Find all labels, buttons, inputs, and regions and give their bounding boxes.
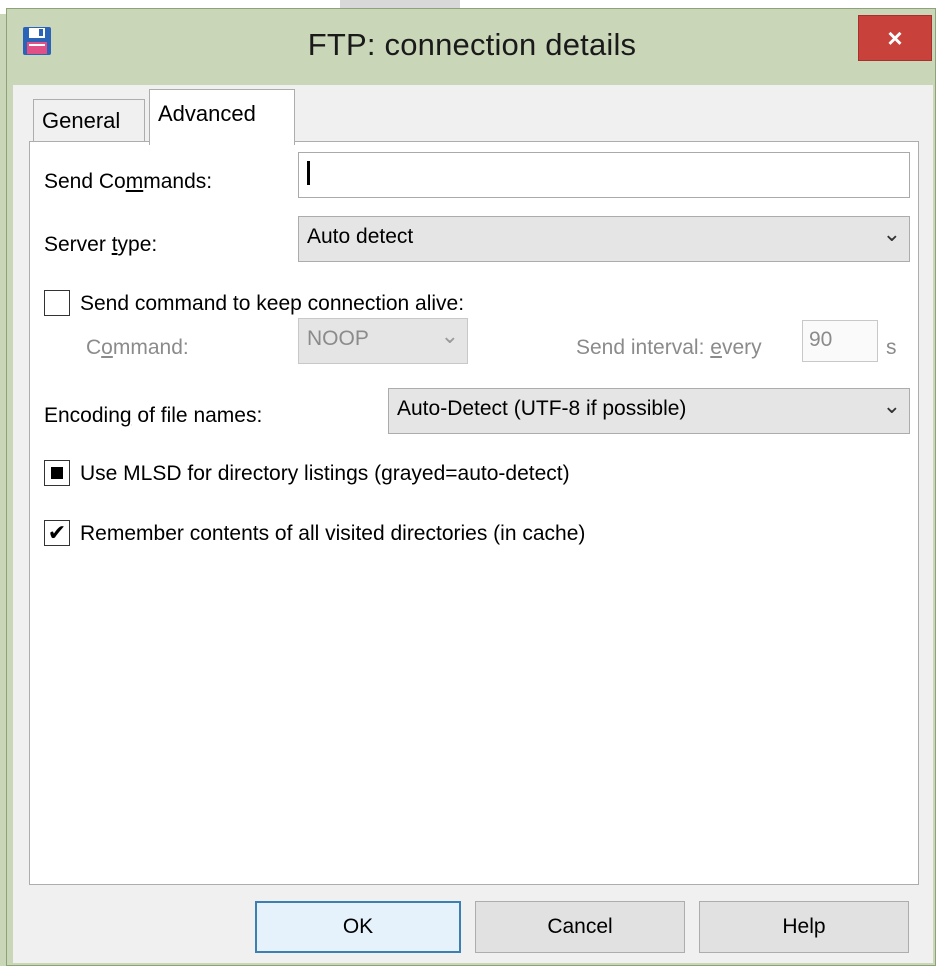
command-label: Command: — [86, 336, 189, 359]
ok-button[interactable]: OK — [255, 901, 461, 953]
server-type-label: Server type: — [44, 233, 158, 256]
server-type-select[interactable]: Auto detect ⌄ — [298, 216, 910, 262]
command-value: NOOP — [307, 327, 369, 350]
encoding-value: Auto-Detect (UTF-8 if possible) — [397, 397, 687, 420]
indeterminate-mark — [51, 467, 63, 479]
chevron-down-icon: ⌄ — [440, 323, 459, 348]
text-caret — [307, 161, 310, 185]
ftp-connection-dialog: FTP: connection details × General Advanc… — [6, 8, 936, 966]
tab-advanced[interactable]: Advanced — [149, 89, 295, 145]
checkmark-icon: ✔ — [47, 520, 67, 545]
server-type-value: Auto detect — [307, 225, 414, 248]
help-button[interactable]: Help — [699, 901, 909, 953]
send-commands-input[interactable] — [298, 152, 910, 198]
title-bar[interactable]: FTP: connection details × — [7, 9, 935, 85]
chevron-down-icon: ⌄ — [882, 393, 901, 418]
advanced-panel: Send Commands: Server type: Auto detect … — [29, 141, 919, 885]
window-title: FTP: connection details — [307, 27, 637, 62]
send-interval-label: Send interval: every — [576, 336, 762, 359]
encoding-label: Encoding of file names: — [44, 404, 263, 427]
send-interval-unit: s — [886, 336, 897, 359]
mlsd-checkbox[interactable] — [44, 460, 70, 486]
send-interval-input[interactable]: 90 — [802, 320, 878, 362]
cache-checkbox[interactable]: ✔ — [44, 520, 70, 546]
tab-general[interactable]: General — [33, 99, 145, 143]
close-icon: × — [887, 23, 903, 53]
encoding-select[interactable]: Auto-Detect (UTF-8 if possible) ⌄ — [388, 388, 910, 434]
dialog-client-area: General Advanced Send Commands: Server t… — [13, 85, 933, 963]
keep-alive-label: Send command to keep connection alive: — [80, 292, 465, 315]
cancel-button[interactable]: Cancel — [475, 901, 685, 953]
mlsd-label: Use MLSD for directory listings (grayed=… — [80, 462, 570, 485]
close-button[interactable]: × — [858, 15, 932, 61]
command-select[interactable]: NOOP ⌄ — [298, 318, 468, 364]
chevron-down-icon: ⌄ — [882, 221, 901, 246]
send-commands-label: Send Commands: — [44, 170, 213, 193]
keep-alive-checkbox[interactable] — [44, 290, 70, 316]
cache-label: Remember contents of all visited directo… — [80, 522, 586, 545]
